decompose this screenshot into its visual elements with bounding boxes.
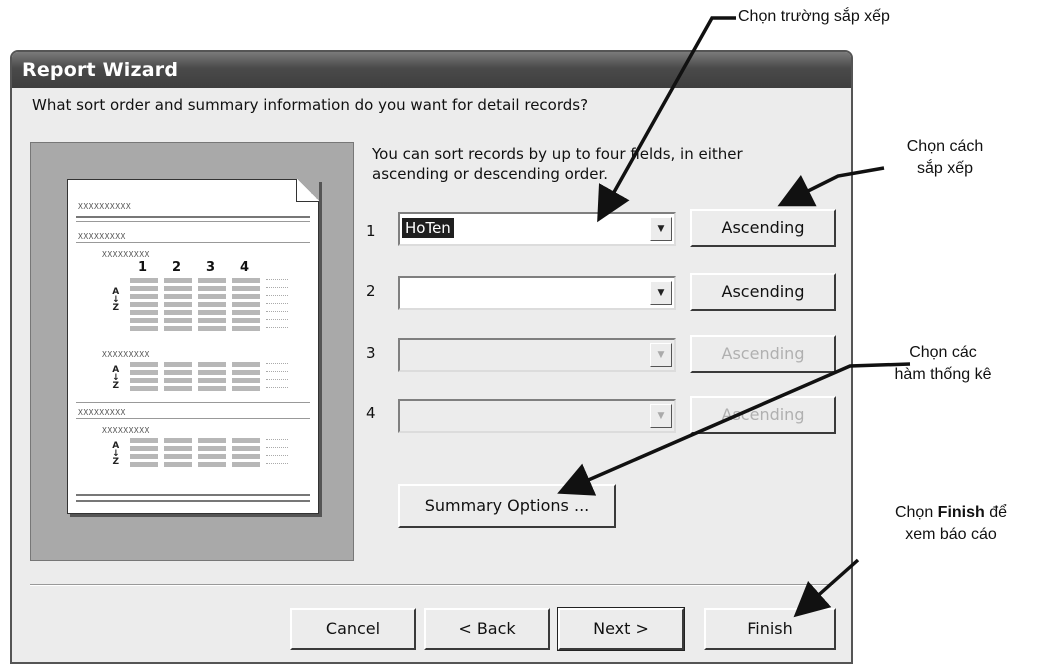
annotation-arrows (557, 16, 911, 618)
arrow-to-summary (557, 362, 911, 496)
arrow-to-sort-field (597, 16, 736, 223)
arrow-to-finish (793, 558, 860, 618)
arrow-to-sort-order (777, 166, 885, 207)
